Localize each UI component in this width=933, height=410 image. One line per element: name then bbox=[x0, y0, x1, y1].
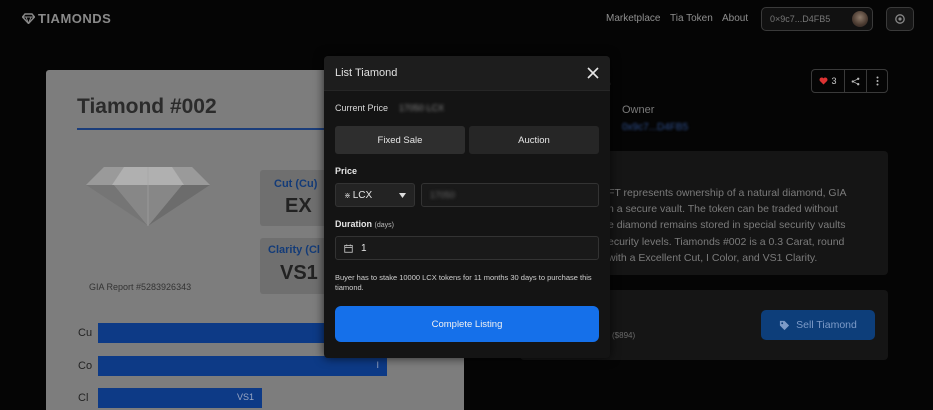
heart-icon bbox=[820, 77, 828, 85]
sell-tiamond-button[interactable]: Sell Tiamond bbox=[761, 310, 875, 340]
diamond-image bbox=[86, 167, 210, 226]
currency-select[interactable]: ⋇ LCX bbox=[335, 183, 415, 207]
bar-color: I bbox=[98, 356, 387, 376]
diamond-logo-icon bbox=[22, 13, 35, 24]
duration-unit: (days) bbox=[374, 222, 394, 229]
duration-value: 1 bbox=[361, 242, 367, 254]
complete-listing-button[interactable]: Complete Listing bbox=[335, 306, 599, 342]
brand-logo[interactable]: TIAMONDS bbox=[22, 11, 111, 26]
cut-grade-label: Cut (Cu) bbox=[274, 178, 318, 190]
description-line: n a secure vault. The token can be trade… bbox=[608, 203, 838, 216]
settings-button[interactable] bbox=[886, 7, 914, 31]
bar-label-color: Co bbox=[78, 360, 93, 372]
chevron-down-icon bbox=[399, 193, 406, 198]
price-input-value: 17050 bbox=[430, 190, 456, 200]
bar-value-clarity: VS1 bbox=[236, 392, 254, 402]
certificate-title: Tiamond #002 bbox=[77, 95, 217, 118]
description-line: with a Excellent Cut, I Color, and VS1 C… bbox=[608, 251, 818, 264]
sell-tiamond-label: Sell Tiamond bbox=[796, 319, 857, 331]
clarity-grade-label: Clarity (Cl bbox=[268, 244, 320, 256]
bar-label-cut: Cu bbox=[78, 327, 93, 339]
bar-clarity: VS1 bbox=[98, 388, 262, 408]
tab-auction[interactable]: Auction bbox=[469, 126, 599, 154]
currency-value: LCX bbox=[352, 189, 373, 201]
nav-link-tia-token[interactable]: Tia Token bbox=[670, 13, 713, 24]
tab-fixed-sale[interactable]: Fixed Sale bbox=[335, 126, 465, 154]
nav-link-about[interactable]: About bbox=[722, 13, 748, 24]
avatar bbox=[852, 11, 868, 27]
more-button[interactable] bbox=[867, 70, 887, 92]
price-label: Price bbox=[335, 166, 358, 176]
brand-name: TIAMONDS bbox=[38, 11, 112, 26]
clarity-grade-value: VS1 bbox=[280, 262, 318, 284]
description-line: FT represents ownership of a natural dia… bbox=[608, 187, 847, 199]
top-nav: TIAMONDS Marketplace Tia Token About 0×9… bbox=[0, 0, 933, 38]
share-icon bbox=[851, 77, 860, 85]
modal-title: List Tiamond bbox=[335, 67, 398, 79]
owner-value[interactable]: 0x9c7...D4FB5 bbox=[622, 122, 688, 133]
divider bbox=[77, 128, 347, 130]
gear-icon bbox=[895, 14, 905, 24]
lcx-icon: ⋇ bbox=[344, 190, 351, 200]
description-line: e diamond remains stored in special secu… bbox=[608, 219, 846, 232]
like-button[interactable]: 3 bbox=[812, 70, 845, 92]
tag-icon bbox=[780, 320, 790, 330]
price-input[interactable]: 17050 bbox=[421, 183, 599, 207]
owner-label: Owner bbox=[622, 104, 655, 116]
like-count: 3 bbox=[831, 76, 837, 86]
wallet-address: 0×9c7...D4FB5 bbox=[770, 14, 831, 24]
calendar-icon bbox=[344, 243, 353, 253]
bar-label-clarity: Cl bbox=[78, 392, 89, 404]
more-vertical-icon bbox=[876, 76, 878, 86]
gia-report: GIA Report #5283926343 bbox=[89, 282, 192, 292]
duration-label-text: Duration bbox=[335, 219, 372, 229]
duration-input[interactable]: 1 bbox=[335, 236, 599, 260]
list-tiamond-modal: List Tiamond Current Price 17050 LCX Fix… bbox=[324, 56, 610, 358]
cut-grade-value: EX bbox=[285, 195, 312, 217]
modal-header: List Tiamond bbox=[324, 56, 610, 91]
description-line: ecurity levels. Tiamonds #002 is a 0.3 C… bbox=[608, 235, 845, 248]
description-text: FT represents ownership of a natural dia… bbox=[608, 185, 878, 266]
duration-label: Duration (days) bbox=[335, 219, 394, 229]
usd-price: ($894) bbox=[612, 331, 636, 340]
current-price-value: 17050 LCX bbox=[399, 103, 445, 113]
close-icon[interactable] bbox=[586, 66, 600, 80]
share-button[interactable] bbox=[845, 70, 867, 92]
nav-link-marketplace[interactable]: Marketplace bbox=[606, 13, 660, 24]
action-group: 3 bbox=[811, 69, 888, 93]
current-price-label: Current Price bbox=[335, 103, 389, 113]
stake-note: Buyer has to stake 10000 LCX tokens for … bbox=[335, 273, 592, 292]
bar-value-color: I bbox=[376, 360, 379, 370]
wallet-button[interactable]: 0×9c7...D4FB5 bbox=[761, 7, 873, 31]
page: TIAMONDS Marketplace Tia Token About 0×9… bbox=[0, 0, 933, 410]
